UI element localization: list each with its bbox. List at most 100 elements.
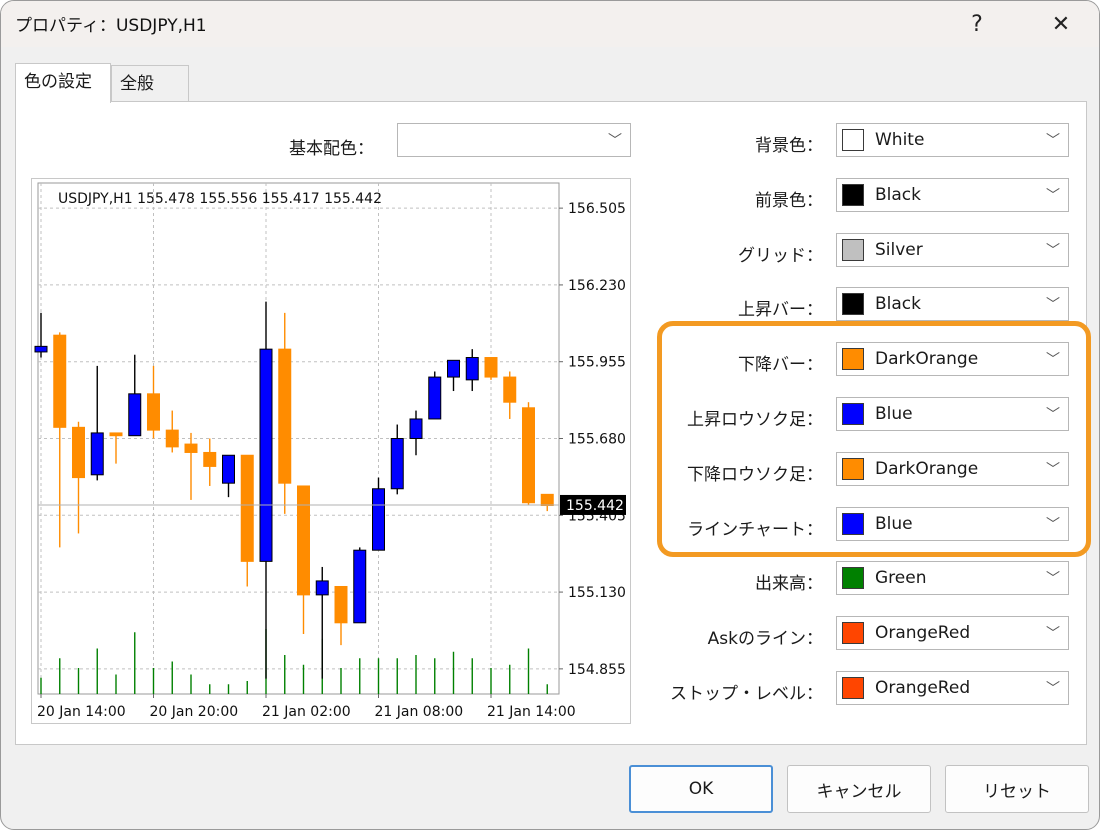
candle-body — [540, 493, 554, 507]
candle-body — [522, 407, 535, 504]
title-bar: プロパティ：USDJPY,H1 ? ✕ — [1, 1, 1099, 47]
candle-body — [447, 359, 460, 378]
chevron-down-icon: ﹀ — [1046, 297, 1060, 313]
color-name: Green — [875, 568, 927, 588]
candle-body — [409, 418, 423, 439]
y-tick-label: 156.505 — [568, 201, 626, 217]
candle-body — [297, 485, 310, 596]
color-name: OrangeRed — [875, 623, 971, 643]
base-color-label: 基本配色： — [289, 139, 374, 159]
close-icon: ✕ — [1051, 11, 1071, 37]
chevron-down-icon: ﹀ — [1046, 407, 1060, 423]
tab-general[interactable]: 全般 — [111, 65, 189, 101]
candle-body — [372, 488, 385, 551]
candle-body — [53, 334, 67, 428]
chevron-down-icon: ﹀ — [608, 133, 622, 149]
color-row-label: ストップ・レベル： — [670, 684, 823, 704]
color-row-label: 出来高： — [755, 574, 823, 594]
candle-body — [165, 429, 179, 448]
help-button[interactable]: ? — [947, 5, 1007, 43]
candle-body — [222, 454, 235, 484]
color-name: Black — [875, 294, 921, 314]
window-title: プロパティ：USDJPY,H1 — [15, 16, 207, 36]
color-select[interactable]: Silver ﹀ — [836, 233, 1069, 267]
color-name: Blue — [875, 404, 913, 424]
color-name: OrangeRed — [875, 678, 971, 698]
candle-body — [334, 585, 348, 624]
y-tick-label: 155.680 — [568, 432, 626, 448]
properties-dialog: プロパティ：USDJPY,H1 ? ✕ 色の設定 全般 基本配色： ﹀ 156.… — [0, 0, 1100, 830]
chart-title: USDJPY,H1 155.478 155.556 155.417 155.44… — [58, 191, 382, 207]
color-row-label: ラインチャート： — [687, 520, 823, 540]
base-color-select[interactable]: ﹀ — [397, 123, 631, 157]
color-row-label: 上昇ロウソク足： — [687, 410, 823, 430]
color-name: Blue — [875, 514, 913, 534]
color-row-label: 上昇バー： — [738, 300, 823, 320]
ok-button[interactable]: OK — [629, 765, 773, 813]
color-row-label: Askのライン： — [707, 629, 823, 649]
candle-body — [90, 432, 104, 476]
candle-body — [240, 454, 254, 562]
color-select[interactable]: Blue ﹀ — [836, 397, 1069, 431]
y-tick-label: 155.130 — [568, 585, 626, 601]
candle-body — [353, 549, 367, 624]
candle-body — [390, 438, 404, 490]
x-tick-label: 21 Jan 02:00 — [262, 704, 351, 720]
color-row-label: 背景色： — [755, 136, 823, 156]
chevron-down-icon: ﹀ — [1046, 133, 1060, 149]
chevron-down-icon: ﹀ — [1046, 462, 1060, 478]
tab-color-settings[interactable]: 色の設定 — [15, 63, 111, 103]
close-button[interactable]: ✕ — [1031, 5, 1091, 43]
candle-body — [34, 345, 48, 353]
chevron-down-icon: ﹀ — [1046, 626, 1060, 642]
color-select[interactable]: Green ﹀ — [836, 561, 1069, 595]
color-swatch — [842, 184, 864, 206]
color-swatch — [842, 458, 864, 480]
color-row-label: 下降バー： — [738, 355, 823, 375]
current-price-label: 155.442 — [566, 498, 624, 514]
candle-body — [484, 357, 498, 378]
color-swatch — [842, 622, 864, 644]
reset-button[interactable]: リセット — [945, 765, 1089, 813]
color-select[interactable]: DarkOrange ﹀ — [836, 342, 1069, 376]
y-tick-label: 154.855 — [568, 662, 626, 678]
candle-body — [465, 357, 479, 381]
y-tick-label: 156.230 — [568, 278, 626, 294]
color-row-label: 前景色： — [755, 191, 823, 211]
x-tick-label: 21 Jan 14:00 — [487, 704, 576, 720]
color-select[interactable]: OrangeRed ﹀ — [836, 616, 1069, 650]
color-select[interactable]: Black ﹀ — [836, 287, 1069, 321]
candle-body — [184, 443, 198, 453]
color-swatch — [842, 677, 864, 699]
color-select[interactable]: OrangeRed ﹀ — [836, 671, 1069, 705]
chevron-down-icon: ﹀ — [1046, 681, 1060, 697]
color-select[interactable]: White ﹀ — [836, 123, 1069, 157]
color-select[interactable]: DarkOrange ﹀ — [836, 452, 1069, 486]
chevron-down-icon: ﹀ — [1046, 243, 1060, 259]
chart-preview: 156.505 156.230 155.955 155.680 155.405 155.1… — [31, 178, 631, 724]
candle-body — [428, 376, 442, 420]
color-select[interactable]: Blue ﹀ — [836, 507, 1069, 541]
color-row-label: グリッド： — [738, 246, 823, 266]
chevron-down-icon: ﹀ — [1046, 571, 1060, 587]
candle-body — [128, 393, 142, 437]
color-name: DarkOrange — [875, 349, 979, 369]
cancel-button[interactable]: キャンセル — [787, 765, 931, 813]
color-name: White — [875, 130, 925, 150]
candle-body — [503, 376, 517, 403]
color-swatch — [842, 403, 864, 425]
color-swatch — [842, 293, 864, 315]
color-swatch — [842, 239, 864, 261]
x-tick-label: 21 Jan 08:00 — [375, 704, 464, 720]
candle-body — [278, 348, 292, 484]
chevron-down-icon: ﹀ — [1046, 188, 1060, 204]
color-name: DarkOrange — [875, 459, 979, 479]
candle-body — [72, 426, 85, 479]
y-tick-label: 155.955 — [568, 355, 626, 371]
color-name: Black — [875, 185, 921, 205]
help-icon: ? — [971, 11, 983, 37]
color-select[interactable]: Black ﹀ — [836, 178, 1069, 212]
candle-body — [147, 393, 160, 431]
color-swatch — [842, 348, 864, 370]
color-swatch — [842, 513, 864, 535]
